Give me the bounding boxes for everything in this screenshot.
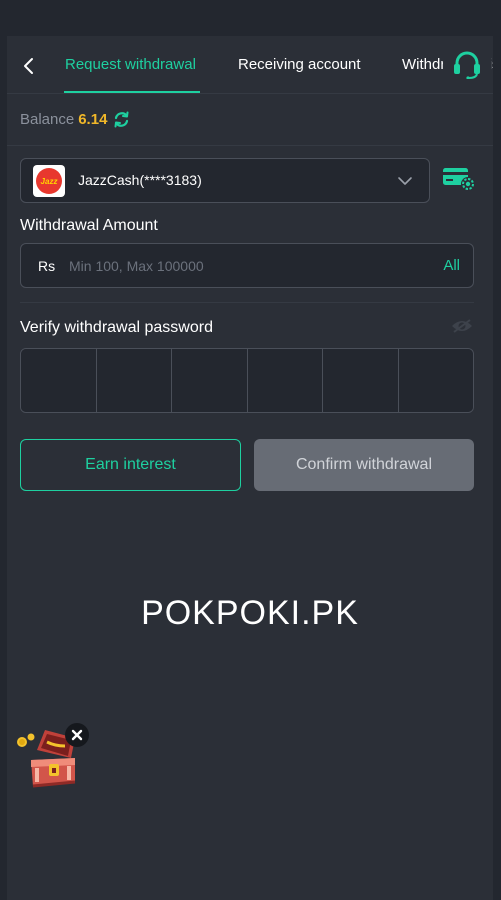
card-settings-button[interactable] (442, 166, 476, 192)
pin-cell[interactable] (247, 349, 323, 412)
chevron-left-icon (24, 58, 33, 74)
close-icon (71, 729, 83, 741)
top-bar (0, 0, 501, 36)
withdrawal-amount-label: Withdrawal Amount (20, 217, 158, 234)
amount-input[interactable] (69, 252, 409, 280)
password-pin-input[interactable] (20, 348, 474, 413)
tab-bar: Request withdrawal Receiving account Wit… (7, 36, 493, 94)
currency-symbol: Rs (38, 258, 56, 274)
pin-cell[interactable] (398, 349, 473, 412)
earn-interest-button[interactable]: Earn interest (20, 439, 241, 491)
divider (20, 302, 474, 303)
balance-value: 6.14 (78, 111, 108, 128)
chevron-down-icon (398, 177, 412, 185)
account-name: JazzCash(****3183) (78, 172, 202, 188)
amount-field: Rs All (20, 243, 474, 288)
confirm-withdrawal-button[interactable]: Confirm withdrawal (254, 439, 474, 491)
tab-receiving-account[interactable]: Receiving account (238, 56, 361, 73)
pin-cell[interactable] (172, 349, 248, 412)
card-settings-icon (443, 168, 475, 191)
pin-cell[interactable] (96, 349, 172, 412)
tab-request-withdrawal[interactable]: Request withdrawal (65, 56, 196, 73)
support-button[interactable] (443, 44, 491, 86)
all-button[interactable]: All (443, 257, 460, 274)
divider (7, 145, 493, 146)
active-tab-indicator (64, 91, 200, 93)
eye-hidden-icon[interactable] (451, 318, 473, 334)
watermark: POKPOKI.PK (141, 594, 359, 632)
account-select[interactable]: Jazz JazzCash(****3183) (20, 158, 430, 203)
pin-cell[interactable] (21, 349, 97, 412)
password-label: Verify withdrawal password (20, 319, 213, 336)
refresh-icon[interactable] (113, 111, 130, 128)
withdraw-panel: Request withdrawal Receiving account Wit… (7, 36, 493, 900)
balance-row: Balance 6.14 (20, 111, 130, 128)
pin-cell[interactable] (323, 349, 399, 412)
close-chest-button[interactable] (65, 723, 89, 747)
headset-icon (454, 51, 480, 79)
jazzcash-logo: Jazz (33, 165, 65, 197)
jazzcash-logo-text: Jazz (40, 176, 58, 186)
balance-label: Balance (20, 111, 75, 128)
back-button[interactable] (15, 52, 43, 80)
